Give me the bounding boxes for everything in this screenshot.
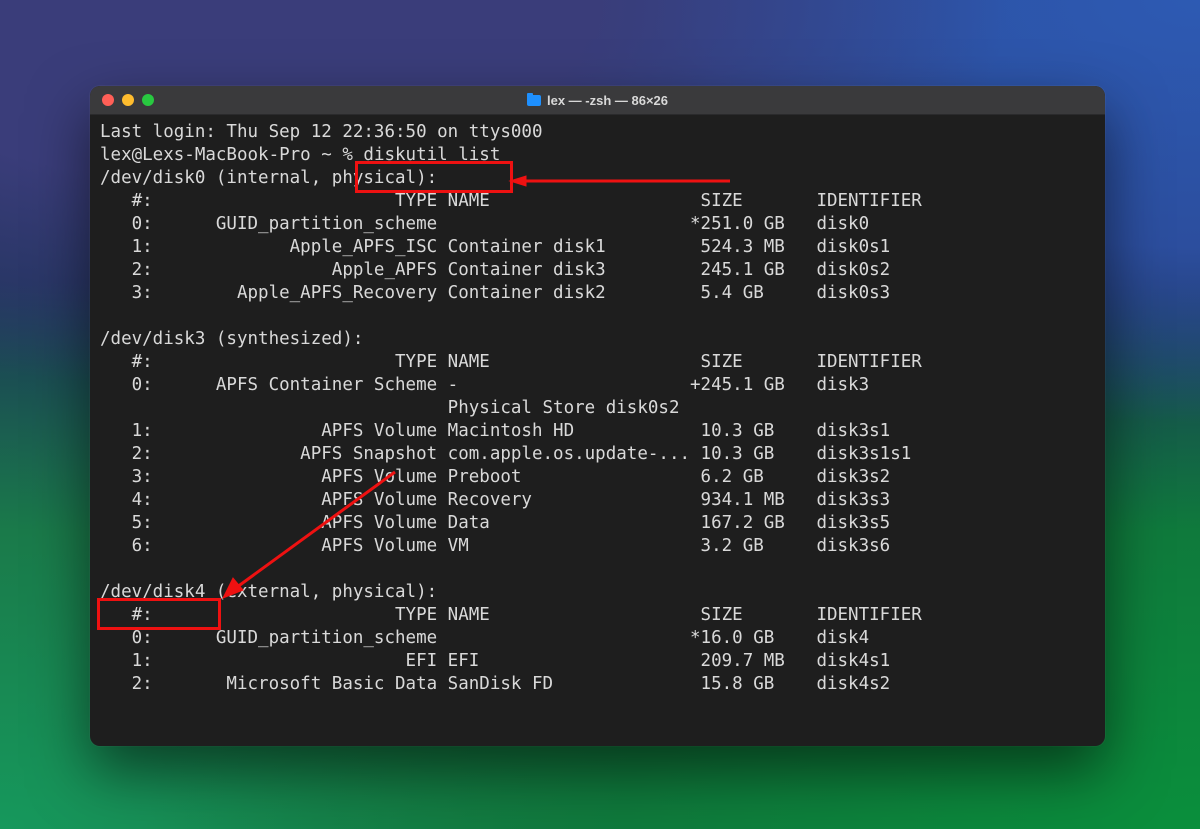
diskutil-output: /dev/disk0 (internal, physical): #: TYPE…	[100, 167, 1095, 696]
login-line: Last login: Thu Sep 12 22:36:50 on ttys0…	[100, 121, 1095, 144]
window-title: lex — -zsh — 86×26	[90, 93, 1105, 108]
traffic-lights	[90, 94, 154, 106]
shell-command: diskutil list	[363, 145, 500, 165]
shell-prompt-line: lex@Lexs-MacBook-Pro ~ % diskutil list	[100, 144, 1095, 167]
terminal-window: lex — -zsh — 86×26 Last login: Thu Sep 1…	[90, 86, 1105, 746]
window-close-button[interactable]	[102, 94, 114, 106]
shell-prompt: lex@Lexs-MacBook-Pro ~ %	[100, 145, 363, 165]
window-titlebar: lex — -zsh — 86×26	[90, 86, 1105, 115]
window-title-text: lex — -zsh — 86×26	[547, 93, 668, 108]
terminal-content[interactable]: Last login: Thu Sep 12 22:36:50 on ttys0…	[90, 115, 1105, 746]
window-zoom-button[interactable]	[142, 94, 154, 106]
folder-icon	[527, 95, 541, 106]
window-minimize-button[interactable]	[122, 94, 134, 106]
